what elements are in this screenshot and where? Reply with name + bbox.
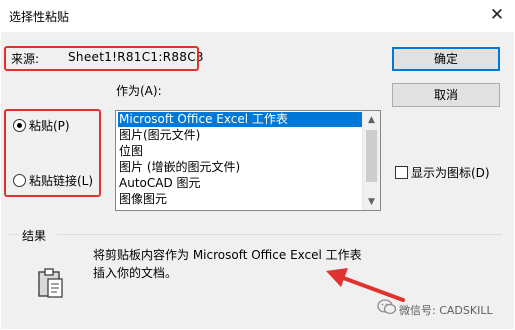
watermark-text: 微信号: CADSKILL: [399, 304, 493, 317]
wechat-icon: [377, 299, 397, 315]
annotation-arrow: [326, 268, 405, 302]
